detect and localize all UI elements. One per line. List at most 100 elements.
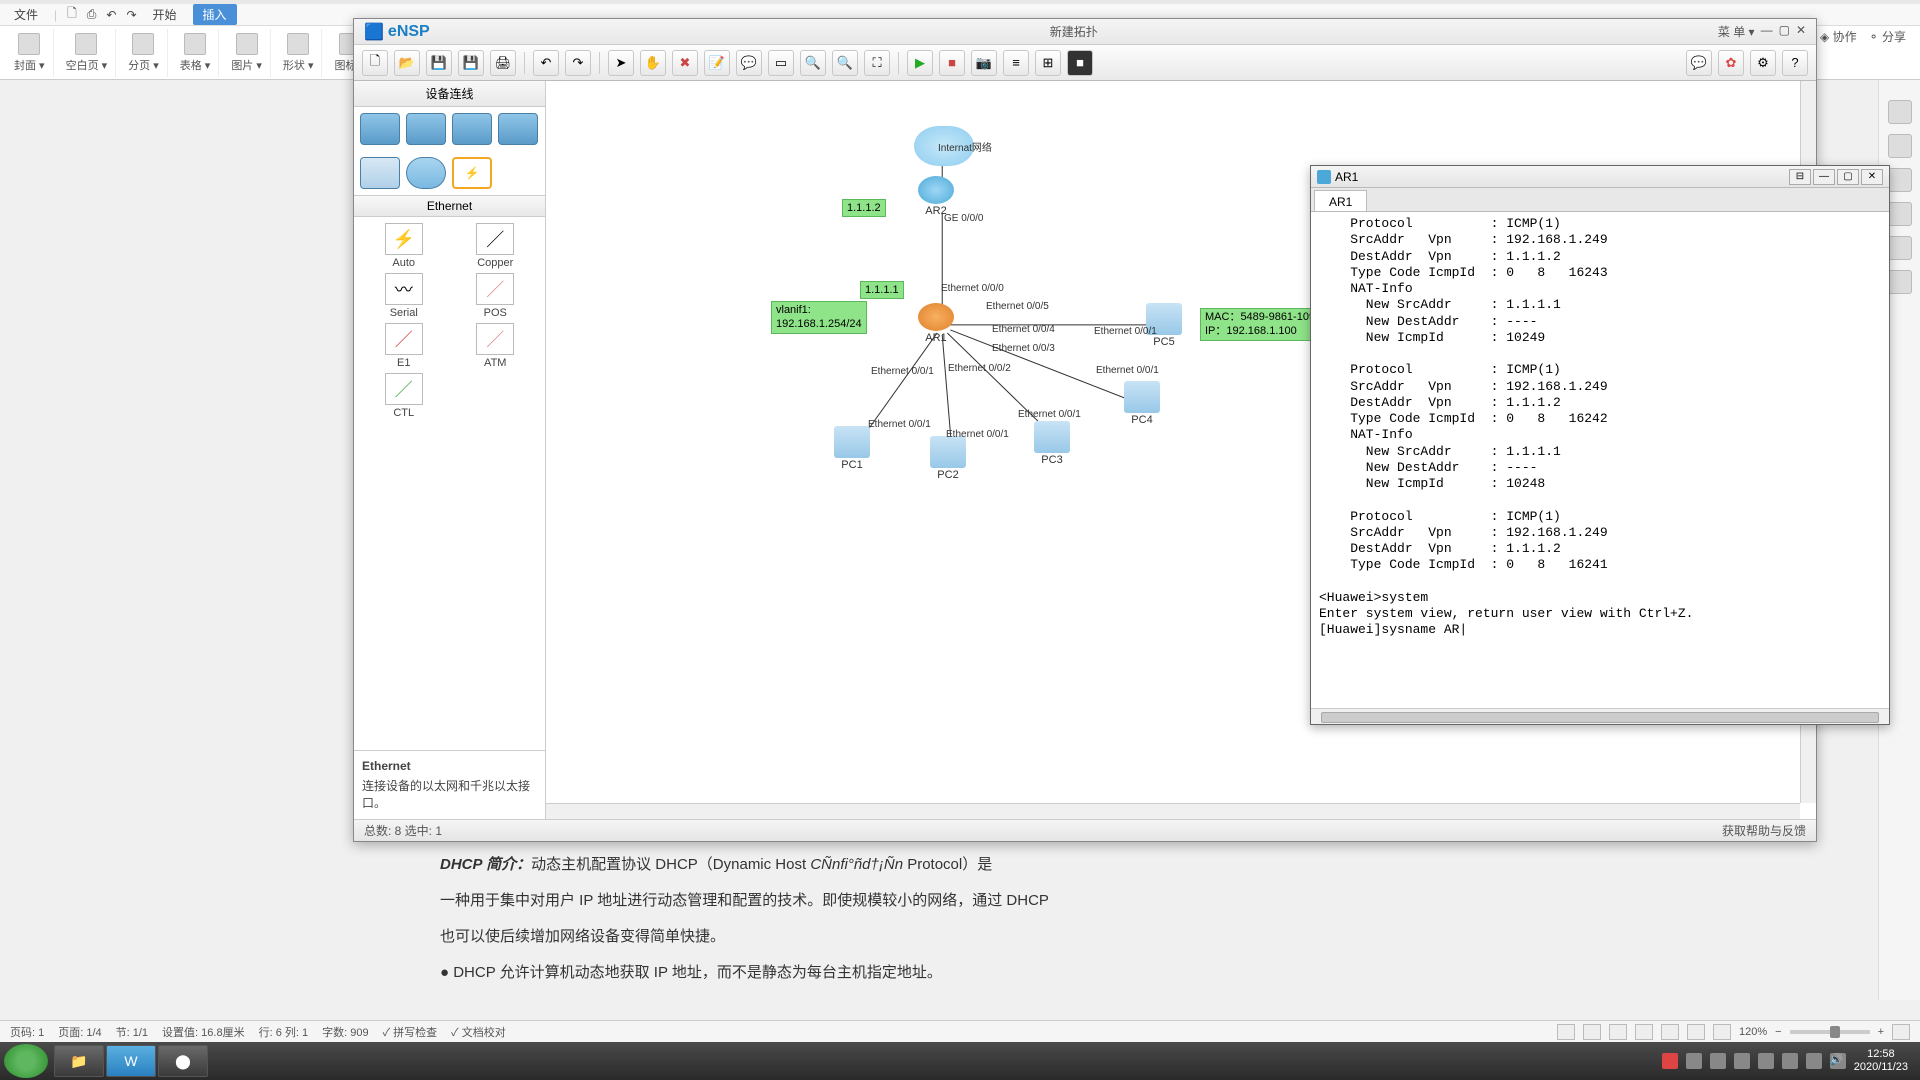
ar2-node[interactable]: AR2 [918, 176, 954, 217]
delete-icon[interactable]: ✖ [672, 50, 698, 76]
align-icon[interactable]: ≡ [1003, 50, 1029, 76]
zoomin-icon[interactable]: 🔍 [800, 50, 826, 76]
menu-start[interactable]: 开始 [147, 4, 183, 25]
pc-category-icon[interactable] [360, 157, 400, 189]
cable-serial[interactable]: 〰Serial [360, 273, 448, 319]
view-icon[interactable] [1583, 1024, 1601, 1040]
cable-auto[interactable]: ⚡Auto [360, 223, 448, 269]
chat-icon[interactable]: 💬 [1686, 50, 1712, 76]
menu-insert[interactable]: 插入 [193, 4, 237, 25]
tray-icon[interactable] [1782, 1053, 1798, 1069]
cable-ctl[interactable]: ／CTL [360, 373, 448, 419]
pointer-icon[interactable]: ➤ [608, 50, 634, 76]
right-tool-icon[interactable] [1888, 236, 1912, 260]
zoom-out[interactable]: − [1775, 1026, 1781, 1038]
qat-icon[interactable]: ↷ [126, 8, 136, 22]
align-icon[interactable]: ⊞ [1035, 50, 1061, 76]
router-category-icon[interactable] [360, 113, 400, 145]
fit-icon[interactable]: ⛶ [864, 50, 890, 76]
tray-icon[interactable] [1734, 1053, 1750, 1069]
start-icon[interactable]: ▶ [907, 50, 933, 76]
capture-icon[interactable]: 📷 [971, 50, 997, 76]
canvas-scrollbar-h[interactable] [546, 803, 1800, 819]
right-tool-icon[interactable] [1888, 134, 1912, 158]
right-tool-icon[interactable] [1888, 202, 1912, 226]
task-obs[interactable]: ⬤ [158, 1045, 208, 1077]
save-icon[interactable]: 💾 [426, 50, 452, 76]
close-icon[interactable]: ✕ [1796, 23, 1806, 40]
menu-file[interactable]: 文件 [8, 4, 44, 25]
view-icon[interactable] [1635, 1024, 1653, 1040]
tray-icon[interactable] [1806, 1053, 1822, 1069]
ribbon-cover[interactable]: 封面 ▾ [6, 29, 54, 77]
right-tool-icon[interactable] [1888, 100, 1912, 124]
cable-copper[interactable]: ／Copper [452, 223, 540, 269]
tray-icon[interactable] [1758, 1053, 1774, 1069]
text-icon[interactable]: 💬 [736, 50, 762, 76]
zoomout-icon[interactable]: 🔍 [832, 50, 858, 76]
view-icon[interactable] [1687, 1024, 1705, 1040]
cloud-category-icon[interactable] [406, 157, 446, 189]
save-icon[interactable]: 💾 [458, 50, 484, 76]
status-help[interactable]: 获取帮助与反馈 [1722, 822, 1806, 839]
cable-atm[interactable]: ／ATM [452, 323, 540, 369]
cable-e1[interactable]: ／E1 [360, 323, 448, 369]
qat-icon[interactable]: ⎙ [87, 7, 97, 22]
ribbon-blank[interactable]: 空白页 ▾ [58, 29, 117, 77]
terminal-tab-ar1[interactable]: AR1 [1314, 190, 1367, 211]
qat-icon[interactable]: 🗋 [67, 4, 77, 25]
switch-category-icon[interactable] [406, 113, 446, 145]
ribbon-break[interactable]: 分页 ▾ [120, 29, 168, 77]
ribbon-table[interactable]: 表格 ▾ [172, 29, 220, 77]
settings-icon[interactable]: ⚙ [1750, 50, 1776, 76]
ensp-menu-btn[interactable]: 菜 单 ▾ [1718, 23, 1755, 40]
fullscreen-icon[interactable] [1892, 1024, 1910, 1040]
stop-icon[interactable]: ■ [939, 50, 965, 76]
right-tool-icon[interactable] [1888, 168, 1912, 192]
tray-volume-icon[interactable]: 🔊 [1830, 1053, 1846, 1069]
taskbar-clock[interactable]: 12:58 2020/11/23 [1854, 1048, 1908, 1074]
tool-icon[interactable]: 📝 [704, 50, 730, 76]
undo-icon[interactable]: ↶ [533, 50, 559, 76]
new-icon[interactable]: 🗋 [362, 50, 388, 76]
print-icon[interactable]: 🖨 [490, 50, 516, 76]
pan-icon[interactable]: ✋ [640, 50, 666, 76]
view-icon[interactable] [1609, 1024, 1627, 1040]
pc2-node[interactable]: PC2 [930, 436, 966, 481]
terminal-titlebar[interactable]: AR1 ⊟ — ▢ ✕ [1311, 166, 1889, 188]
wlan-category-icon[interactable] [452, 113, 492, 145]
term-close-icon[interactable]: ✕ [1861, 169, 1883, 185]
tray-icon[interactable] [1710, 1053, 1726, 1069]
qat-icon[interactable]: ↶ [106, 8, 116, 22]
firewall-category-icon[interactable] [498, 113, 538, 145]
ribbon-pic[interactable]: 图片 ▾ [223, 29, 271, 77]
cable-category-icon[interactable]: ⚡ [452, 157, 492, 189]
max-icon[interactable]: ▢ [1779, 23, 1790, 40]
tray-icon[interactable] [1662, 1053, 1678, 1069]
task-explorer[interactable]: 📁 [54, 1045, 104, 1077]
cable-pos[interactable]: ／POS [452, 273, 540, 319]
spell-check[interactable]: ✓ 拼写检查 [383, 1024, 438, 1040]
ribbon-shape[interactable]: 形状 ▾ [275, 29, 323, 77]
dark-icon[interactable]: ■ [1067, 50, 1093, 76]
tray-icon[interactable] [1686, 1053, 1702, 1069]
collab-btn[interactable]: ◈ 协作 [1820, 28, 1857, 45]
zoom-in[interactable]: + [1878, 1026, 1884, 1038]
term-max-icon[interactable]: ▢ [1837, 169, 1859, 185]
help-icon[interactable]: ? [1782, 50, 1808, 76]
open-icon[interactable]: 📂 [394, 50, 420, 76]
view-icon[interactable] [1713, 1024, 1731, 1040]
view-icon[interactable] [1557, 1024, 1575, 1040]
terminal-output[interactable]: Protocol : ICMP(1) SrcAddr Vpn : 192.168… [1311, 212, 1889, 708]
min-icon[interactable]: — [1761, 23, 1773, 40]
view-icon[interactable] [1661, 1024, 1679, 1040]
document-body[interactable]: DHCP 简介：动态主机配置协议 DHCP（Dynamic Host CÑnfi… [440, 850, 1440, 994]
doc-proof[interactable]: ✓ 文档校对 [451, 1024, 506, 1040]
pc4-node[interactable]: PC4 [1124, 381, 1160, 426]
huawei-icon[interactable]: ✿ [1718, 50, 1744, 76]
term-btn-1[interactable]: ⊟ [1789, 169, 1811, 185]
rect-icon[interactable]: ▭ [768, 50, 794, 76]
right-tool-icon[interactable] [1888, 270, 1912, 294]
ar1-node[interactable]: AR1 [918, 303, 954, 344]
pc1-node[interactable]: PC1 [834, 426, 870, 471]
